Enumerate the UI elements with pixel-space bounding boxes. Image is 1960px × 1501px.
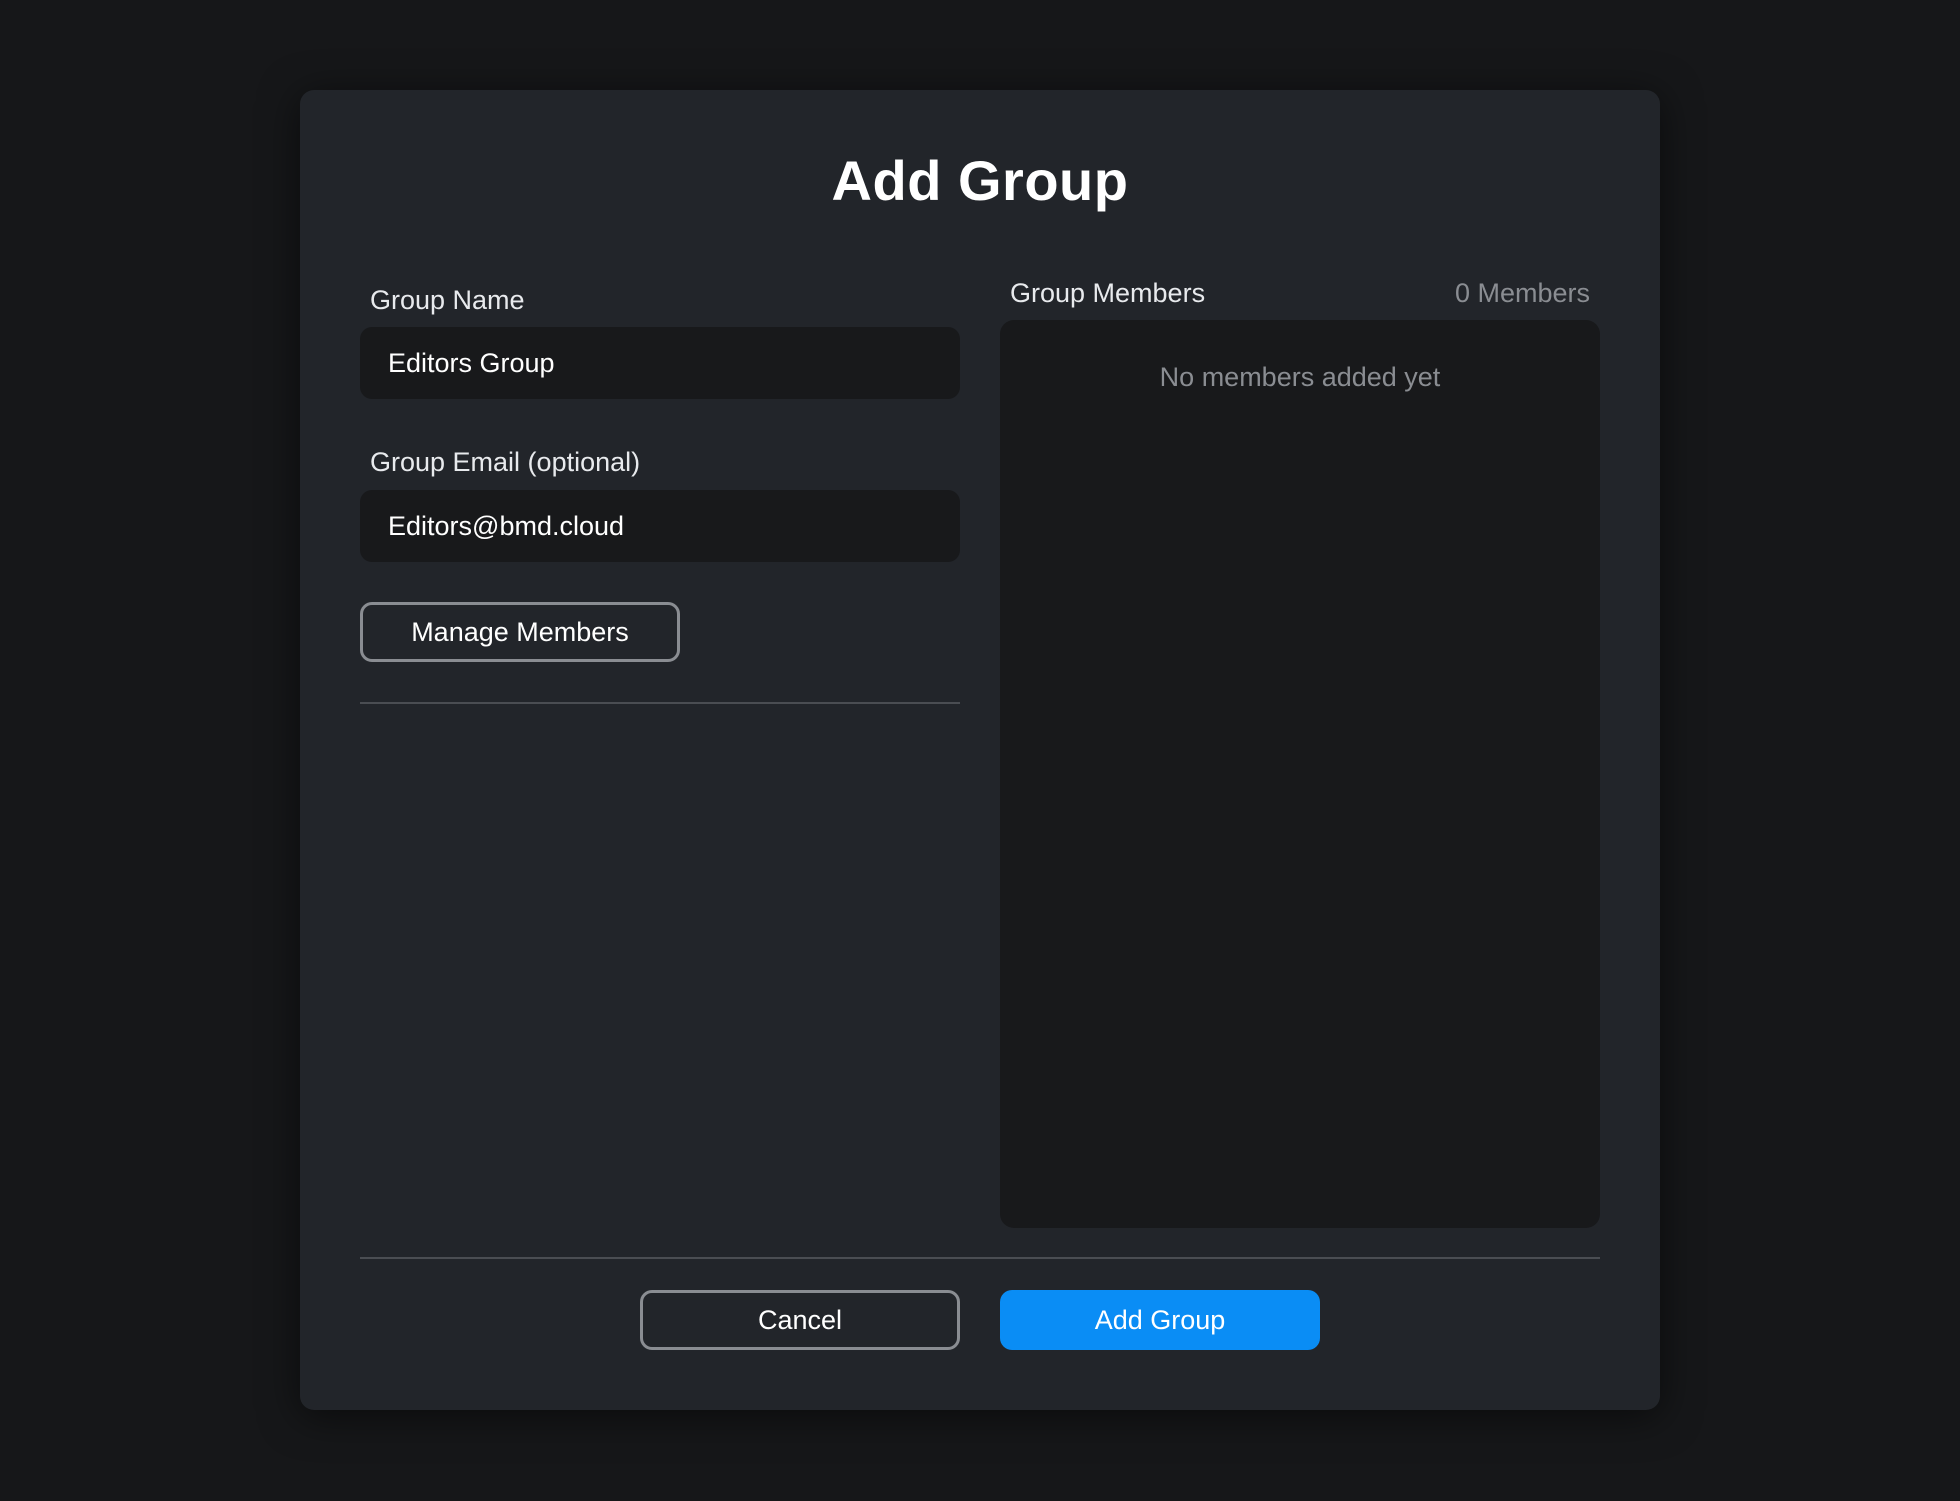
add-group-dialog: Add Group Group Name Group Email (option… bbox=[300, 90, 1660, 1410]
add-group-button[interactable]: Add Group bbox=[1000, 1290, 1320, 1350]
group-email-input[interactable] bbox=[360, 490, 960, 562]
group-name-input[interactable] bbox=[360, 327, 960, 399]
cancel-button[interactable]: Cancel bbox=[640, 1290, 960, 1350]
group-name-label: Group Name bbox=[370, 285, 525, 315]
group-members-label: Group Members bbox=[1010, 278, 1206, 308]
members-count: 0 Members bbox=[1454, 278, 1590, 308]
group-email-label: Group Email (optional) bbox=[370, 447, 641, 477]
dialog-title: Add Group bbox=[831, 149, 1129, 212]
group-members-list: No members added yet bbox=[1000, 320, 1600, 1228]
members-empty-message: No members added yet bbox=[1159, 362, 1441, 392]
left-column-divider bbox=[360, 702, 960, 704]
footer-divider bbox=[360, 1257, 1600, 1259]
manage-members-button[interactable]: Manage Members bbox=[360, 602, 680, 662]
